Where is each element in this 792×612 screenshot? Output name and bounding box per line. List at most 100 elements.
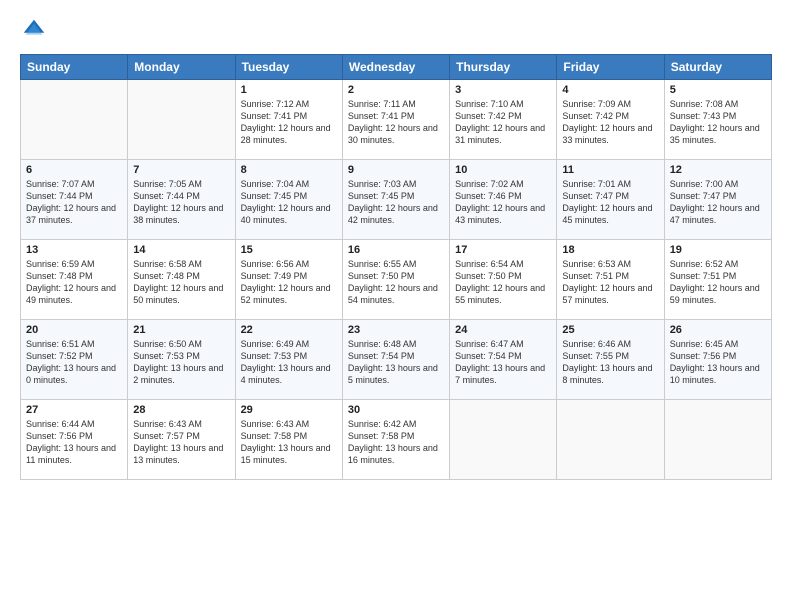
- day-detail: Sunrise: 7:11 AM Sunset: 7:41 PM Dayligh…: [348, 98, 444, 147]
- day-detail: Sunrise: 6:56 AM Sunset: 7:49 PM Dayligh…: [241, 258, 337, 307]
- day-number: 6: [26, 164, 122, 176]
- table-row: 28 Sunrise: 6:43 AM Sunset: 7:57 PM Dayli…: [128, 400, 235, 480]
- day-detail: Sunrise: 6:58 AM Sunset: 7:48 PM Dayligh…: [133, 258, 229, 307]
- table-row: 24 Sunrise: 6:47 AM Sunset: 7:54 PM Dayli…: [450, 320, 557, 400]
- table-row: [664, 400, 771, 480]
- day-detail: Sunrise: 6:47 AM Sunset: 7:54 PM Dayligh…: [455, 338, 551, 387]
- day-number: 1: [241, 84, 337, 96]
- day-detail: Sunrise: 7:04 AM Sunset: 7:45 PM Dayligh…: [241, 178, 337, 227]
- col-tuesday: Tuesday: [235, 55, 342, 80]
- table-row: 16 Sunrise: 6:55 AM Sunset: 7:50 PM Dayli…: [342, 240, 449, 320]
- day-detail: Sunrise: 6:54 AM Sunset: 7:50 PM Dayligh…: [455, 258, 551, 307]
- table-row: 12 Sunrise: 7:00 AM Sunset: 7:47 PM Dayli…: [664, 160, 771, 240]
- day-number: 20: [26, 324, 122, 336]
- table-row: 29 Sunrise: 6:43 AM Sunset: 7:58 PM Dayli…: [235, 400, 342, 480]
- header: [20, 16, 772, 44]
- table-row: 9 Sunrise: 7:03 AM Sunset: 7:45 PM Daylig…: [342, 160, 449, 240]
- day-number: 22: [241, 324, 337, 336]
- day-detail: Sunrise: 6:43 AM Sunset: 7:57 PM Dayligh…: [133, 418, 229, 467]
- day-number: 23: [348, 324, 444, 336]
- table-row: 27Sunrise: 6:44 AM Sunset: 7:56 PM Dayli…: [21, 400, 128, 480]
- day-number: 26: [670, 324, 766, 336]
- col-sunday: Sunday: [21, 55, 128, 80]
- day-number: 13: [26, 244, 122, 256]
- day-number: 29: [241, 404, 337, 416]
- table-row: [21, 80, 128, 160]
- day-detail: Sunrise: 7:07 AM Sunset: 7:44 PM Dayligh…: [26, 178, 122, 227]
- table-row: 25 Sunrise: 6:46 AM Sunset: 7:55 PM Dayli…: [557, 320, 664, 400]
- page: Sunday Monday Tuesday Wednesday Thursday…: [0, 0, 792, 612]
- table-row: 30 Sunrise: 6:42 AM Sunset: 7:58 PM Dayli…: [342, 400, 449, 480]
- day-number: 24: [455, 324, 551, 336]
- table-row: 11Sunrise: 7:01 AM Sunset: 7:47 PM Dayli…: [557, 160, 664, 240]
- day-detail: Sunrise: 6:43 AM Sunset: 7:58 PM Dayligh…: [241, 418, 337, 467]
- day-detail: Sunrise: 7:10 AM Sunset: 7:42 PM Dayligh…: [455, 98, 551, 147]
- day-detail: Sunrise: 7:08 AM Sunset: 7:43 PM Dayligh…: [670, 98, 766, 147]
- day-detail: Sunrise: 7:12 AM Sunset: 7:41 PM Dayligh…: [241, 98, 337, 147]
- day-number: 15: [241, 244, 337, 256]
- day-number: 10: [455, 164, 551, 176]
- day-detail: Sunrise: 7:01 AM Sunset: 7:47 PM Dayligh…: [562, 178, 658, 227]
- table-row: [557, 400, 664, 480]
- day-number: 16: [348, 244, 444, 256]
- table-row: 22 Sunrise: 6:49 AM Sunset: 7:53 PM Dayli…: [235, 320, 342, 400]
- table-row: 23 Sunrise: 6:48 AM Sunset: 7:54 PM Dayli…: [342, 320, 449, 400]
- table-row: 4 Sunrise: 7:09 AM Sunset: 7:42 PM Daylig…: [557, 80, 664, 160]
- day-detail: Sunrise: 6:42 AM Sunset: 7:58 PM Dayligh…: [348, 418, 444, 467]
- day-number: 2: [348, 84, 444, 96]
- day-number: 5: [670, 84, 766, 96]
- day-number: 19: [670, 244, 766, 256]
- table-row: 18 Sunrise: 6:53 AM Sunset: 7:51 PM Dayli…: [557, 240, 664, 320]
- day-number: 18: [562, 244, 658, 256]
- table-row: 26 Sunrise: 6:45 AM Sunset: 7:56 PM Dayli…: [664, 320, 771, 400]
- day-detail: Sunrise: 6:48 AM Sunset: 7:54 PM Dayligh…: [348, 338, 444, 387]
- day-detail: Sunrise: 6:50 AM Sunset: 7:53 PM Dayligh…: [133, 338, 229, 387]
- table-row: 19 Sunrise: 6:52 AM Sunset: 7:51 PM Dayli…: [664, 240, 771, 320]
- table-row: 20 Sunrise: 6:51 AM Sunset: 7:52 PM Dayli…: [21, 320, 128, 400]
- day-number: 17: [455, 244, 551, 256]
- table-row: 10 Sunrise: 7:02 AM Sunset: 7:46 PM Dayli…: [450, 160, 557, 240]
- day-detail: Sunrise: 6:45 AM Sunset: 7:56 PM Dayligh…: [670, 338, 766, 387]
- day-detail: Sunrise: 7:00 AM Sunset: 7:47 PM Dayligh…: [670, 178, 766, 227]
- day-number: 8: [241, 164, 337, 176]
- day-detail: Sunrise: 6:49 AM Sunset: 7:53 PM Dayligh…: [241, 338, 337, 387]
- table-row: 13 Sunrise: 6:59 AM Sunset: 7:48 PM Dayli…: [21, 240, 128, 320]
- day-number: 14: [133, 244, 229, 256]
- table-row: 7Sunrise: 7:05 AM Sunset: 7:44 PM Daylig…: [128, 160, 235, 240]
- table-row: 1 Sunrise: 7:12 AM Sunset: 7:41 PM Daylig…: [235, 80, 342, 160]
- table-row: [128, 80, 235, 160]
- logo-icon: [20, 16, 48, 44]
- table-row: 15 Sunrise: 6:56 AM Sunset: 7:49 PM Dayli…: [235, 240, 342, 320]
- day-number: 25: [562, 324, 658, 336]
- table-row: 14 Sunrise: 6:58 AM Sunset: 7:48 PM Dayli…: [128, 240, 235, 320]
- calendar-header-row: Sunday Monday Tuesday Wednesday Thursday…: [21, 55, 772, 80]
- day-number: 28: [133, 404, 229, 416]
- day-detail: Sunrise: 6:46 AM Sunset: 7:55 PM Dayligh…: [562, 338, 658, 387]
- day-detail: Sunrise: 6:52 AM Sunset: 7:51 PM Dayligh…: [670, 258, 766, 307]
- day-detail: Sunrise: 6:59 AM Sunset: 7:48 PM Dayligh…: [26, 258, 122, 307]
- day-number: 27: [26, 404, 122, 416]
- col-thursday: Thursday: [450, 55, 557, 80]
- day-detail: Sunrise: 6:53 AM Sunset: 7:51 PM Dayligh…: [562, 258, 658, 307]
- col-friday: Friday: [557, 55, 664, 80]
- day-detail: Sunrise: 6:51 AM Sunset: 7:52 PM Dayligh…: [26, 338, 122, 387]
- day-number: 3: [455, 84, 551, 96]
- day-detail: Sunrise: 7:09 AM Sunset: 7:42 PM Dayligh…: [562, 98, 658, 147]
- day-number: 30: [348, 404, 444, 416]
- col-monday: Monday: [128, 55, 235, 80]
- table-row: 17 Sunrise: 6:54 AM Sunset: 7:50 PM Dayli…: [450, 240, 557, 320]
- day-number: 4: [562, 84, 658, 96]
- day-number: 12: [670, 164, 766, 176]
- table-row: 21Sunrise: 6:50 AM Sunset: 7:53 PM Dayli…: [128, 320, 235, 400]
- logo: [20, 16, 52, 44]
- day-detail: Sunrise: 7:02 AM Sunset: 7:46 PM Dayligh…: [455, 178, 551, 227]
- col-saturday: Saturday: [664, 55, 771, 80]
- calendar: Sunday Monday Tuesday Wednesday Thursday…: [20, 54, 772, 480]
- day-number: 9: [348, 164, 444, 176]
- table-row: [450, 400, 557, 480]
- day-detail: Sunrise: 7:03 AM Sunset: 7:45 PM Dayligh…: [348, 178, 444, 227]
- table-row: 5 Sunrise: 7:08 AM Sunset: 7:43 PM Daylig…: [664, 80, 771, 160]
- day-detail: Sunrise: 6:55 AM Sunset: 7:50 PM Dayligh…: [348, 258, 444, 307]
- table-row: 6 Sunrise: 7:07 AM Sunset: 7:44 PM Daylig…: [21, 160, 128, 240]
- day-number: 7: [133, 164, 229, 176]
